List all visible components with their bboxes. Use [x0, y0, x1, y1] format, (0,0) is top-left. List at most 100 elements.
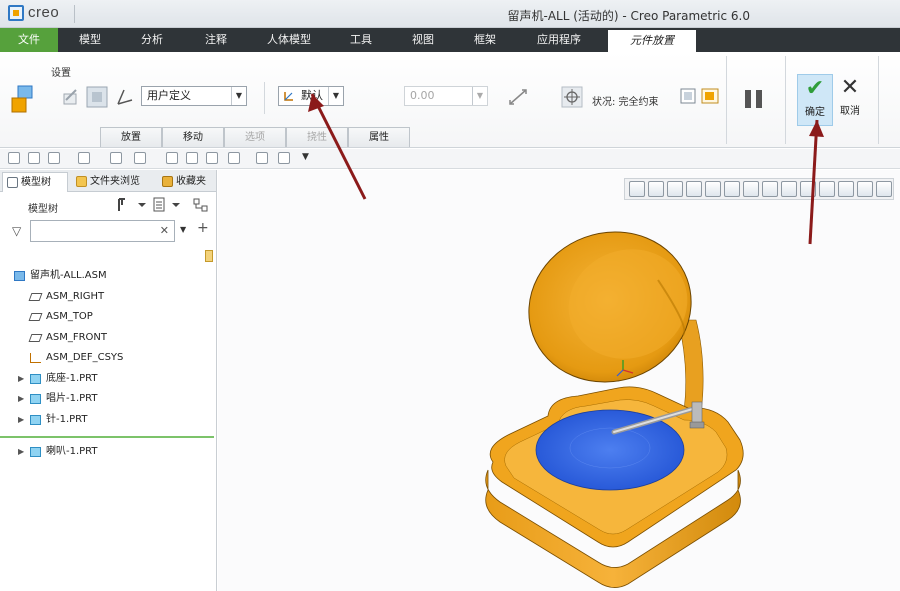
coordinate-system-icon — [30, 353, 41, 363]
clear-search-icon[interactable]: ✕ — [160, 224, 169, 237]
tree-node-label: 喇叭-1.PRT — [46, 446, 98, 457]
view-manager-icon[interactable] — [762, 181, 778, 197]
title-bar: creo 留声机-ALL (活动的) - Creo Parametric 6.0 — [0, 0, 900, 28]
tree-node[interactable]: ▶ 唱片-1.PRT — [0, 389, 216, 410]
angle-constraint-icon[interactable] — [114, 88, 134, 106]
subtab-placement[interactable]: 放置 — [100, 127, 162, 147]
perspective-icon[interactable] — [705, 181, 721, 197]
tab-favorites-label: 收藏夹 — [176, 176, 206, 187]
new-icon[interactable] — [8, 152, 20, 164]
datum-plane-icon — [28, 292, 43, 301]
tab-applications[interactable]: 应用程序 — [526, 28, 592, 52]
zoom-in-icon[interactable] — [648, 181, 664, 197]
tree-node[interactable]: ▶ 底座-1.PRT — [0, 369, 216, 390]
move-component-icon[interactable] — [561, 86, 583, 108]
user-defined-set-icon[interactable] — [86, 86, 108, 108]
tab-model-tree-label: 模型树 — [21, 177, 51, 188]
tab-file[interactable]: 文件 — [0, 28, 58, 52]
assembly-window-icon[interactable] — [701, 88, 719, 104]
tab-model-tree[interactable]: 模型树 — [2, 172, 68, 192]
mechanism-display-icon[interactable] — [857, 181, 873, 197]
tab-view[interactable]: 视图 — [398, 28, 448, 52]
settings-group-label: 设置 — [51, 68, 71, 79]
expand-arrow-icon[interactable]: ▶ — [18, 369, 24, 389]
tree-node[interactable]: ASM_DEF_CSYS — [0, 348, 216, 369]
default-constraint-icon — [284, 92, 293, 101]
display-style-icon[interactable] — [724, 181, 740, 197]
constraint-set-combo[interactable]: 用户定义 ▼ — [141, 86, 247, 106]
component-display-icon[interactable] — [876, 181, 892, 197]
datum-plane-icon — [28, 333, 43, 342]
tab-annotate[interactable]: 注释 — [188, 28, 244, 52]
render-icon[interactable] — [256, 152, 268, 164]
tab-model[interactable]: 模型 — [62, 28, 118, 52]
separate-window-icon[interactable] — [680, 88, 696, 104]
windows-icon[interactable] — [134, 152, 146, 164]
tab-manikin[interactable]: 人体模型 — [256, 28, 322, 52]
display-icon[interactable] — [206, 152, 218, 164]
tab-folder-browser-label: 文件夹浏览 — [90, 176, 140, 187]
zoom-out-icon[interactable] — [667, 181, 683, 197]
divider — [726, 56, 727, 144]
tree-settings-icon[interactable] — [116, 197, 148, 213]
tree-node-label: ASM_RIGHT — [46, 290, 105, 302]
tab-favorites[interactable]: 收藏夹 — [158, 172, 216, 192]
tree-node[interactable]: ▶ 针-1.PRT — [0, 410, 216, 431]
tab-framework[interactable]: 框架 — [460, 28, 510, 52]
expand-arrow-icon[interactable]: ▶ — [18, 410, 24, 430]
subtab-options[interactable]: 选项 — [224, 127, 286, 147]
cancel-button[interactable]: ✕ 取消 — [836, 74, 864, 126]
tree-filter-settings-icon[interactable] — [192, 197, 210, 213]
tree-search-input[interactable]: ✕ — [30, 220, 175, 242]
pause-button[interactable] — [745, 90, 767, 111]
redo-icon[interactable] — [78, 152, 90, 164]
tree-node[interactable]: 留声机-ALL.ASM — [0, 266, 216, 287]
tree-node-label: 底座-1.PRT — [46, 372, 98, 384]
tree-node[interactable]: ASM_RIGHT — [0, 287, 216, 308]
auto-constraint-icon[interactable] — [62, 88, 80, 106]
tab-analysis[interactable]: 分析 — [124, 28, 180, 52]
graphics-window[interactable] — [218, 170, 900, 591]
subtab-move[interactable]: 移动 — [162, 127, 224, 147]
open-icon[interactable] — [278, 152, 290, 164]
undo-icon[interactable] — [48, 152, 60, 164]
part-icon — [30, 447, 41, 457]
creo-logo-icon — [8, 4, 24, 21]
tree-node[interactable]: ASM_TOP — [0, 307, 216, 328]
refit-icon[interactable] — [629, 181, 645, 197]
gramophone-model[interactable] — [218, 170, 900, 591]
tree-node-label: 留声机-ALL.ASM — [30, 270, 107, 281]
flip-constraint-icon[interactable] — [507, 86, 529, 108]
tree-node-label: ASM_DEF_CSYS — [46, 352, 124, 363]
tree-node[interactable]: ASM_FRONT — [0, 328, 216, 349]
filter-icon[interactable]: ▽ — [12, 224, 21, 238]
add-column-icon[interactable]: + — [197, 220, 209, 236]
expand-arrow-icon[interactable]: ▶ — [18, 389, 24, 409]
section-icon[interactable] — [781, 181, 797, 197]
datum-plane-icon — [28, 313, 43, 321]
saved-orientations-icon[interactable] — [743, 181, 759, 197]
tree-column-icon[interactable] — [205, 250, 213, 262]
close-window-icon[interactable] — [166, 152, 178, 164]
tab-folder-browser[interactable]: 文件夹浏览 — [72, 172, 154, 192]
search-dropdown-icon[interactable]: ▼ — [180, 225, 186, 234]
tree-node-label: ASM_FRONT — [46, 331, 107, 343]
offset-input[interactable]: 0.00 ▼ — [404, 86, 488, 106]
repaint-icon[interactable] — [686, 181, 702, 197]
favorites-icon — [162, 176, 173, 187]
tree-node[interactable]: ▶ 喇叭-1.PRT — [0, 442, 216, 463]
spin-center-icon[interactable] — [838, 181, 854, 197]
title-separator — [74, 5, 75, 23]
chevron-down-icon: ▼ — [231, 87, 246, 105]
part-icon — [30, 414, 41, 425]
measure-icon[interactable] — [186, 152, 198, 164]
save-icon[interactable] — [28, 152, 40, 164]
tab-component-placement[interactable]: 元件放置 — [608, 28, 696, 52]
show-icon[interactable] — [152, 197, 184, 213]
component-placement-icon — [11, 85, 33, 113]
expand-arrow-icon[interactable]: ▶ — [18, 442, 24, 462]
regenerate-icon[interactable] — [110, 152, 122, 164]
checkmark-icon: ✔ — [805, 76, 825, 101]
tab-tools[interactable]: 工具 — [336, 28, 386, 52]
appearance-icon[interactable] — [228, 152, 240, 164]
